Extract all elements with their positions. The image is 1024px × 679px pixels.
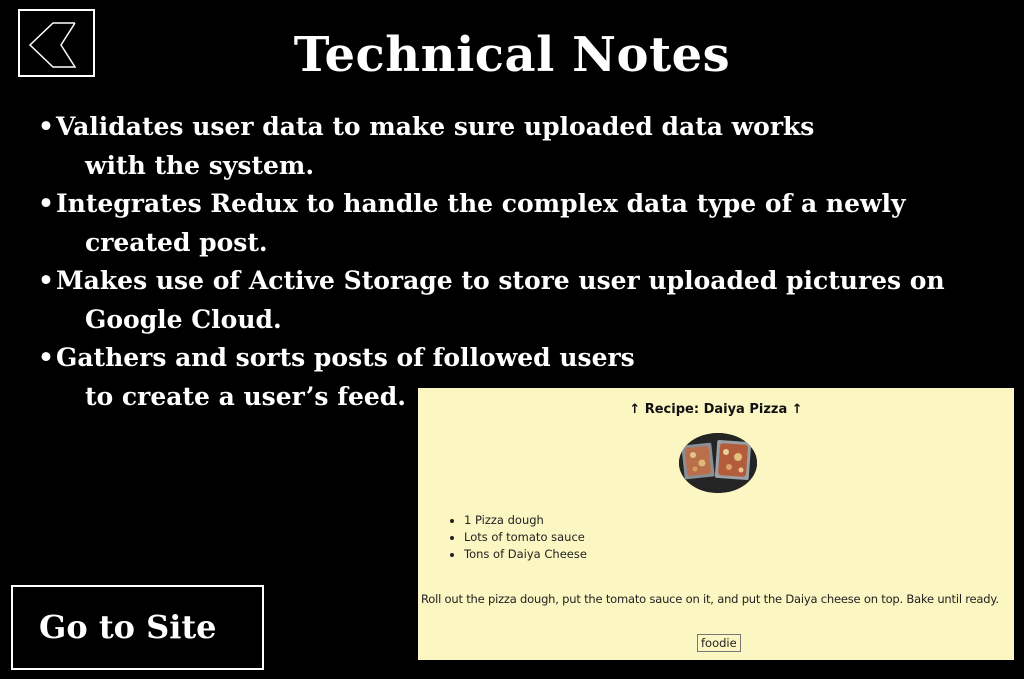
note-item: •Validates user data to make sure upload…: [38, 108, 1013, 185]
ingredient-list: 1 Pizza dough Lots of tomato sauce Tons …: [424, 512, 587, 563]
tag-button[interactable]: foodie: [697, 634, 741, 652]
note-line: Gathers and sorts posts of followed user…: [55, 343, 635, 372]
note-item: •Makes use of Active Storage to store us…: [38, 262, 1013, 339]
app-screenshot-preview: ↑ Recipe: Daiya Pizza ↑ 1 Pizza dough Lo…: [418, 388, 1014, 660]
page-title: Technical Notes: [293, 27, 731, 83]
note-line: Integrates Redux to handle the complex d…: [55, 189, 906, 218]
ingredient-item: 1 Pizza dough: [464, 512, 587, 529]
bullet: •: [38, 112, 54, 141]
bullet: •: [38, 189, 54, 218]
technical-notes-list: •Validates user data to make sure upload…: [38, 108, 1013, 416]
pizza-image: [679, 433, 757, 493]
pizza-photo: [679, 433, 757, 493]
note-item: •Integrates Redux to handle the complex …: [38, 185, 1013, 262]
note-line-continued: with the system.: [85, 150, 315, 180]
go-to-site-button[interactable]: Go to Site: [11, 585, 264, 670]
note-line: Validates user data to make sure uploade…: [55, 112, 815, 141]
recipe-title: ↑ Recipe: Daiya Pizza ↑: [629, 402, 803, 417]
note-line-continued: Google Cloud.: [85, 304, 282, 334]
ingredient-item: Lots of tomato sauce: [464, 529, 587, 546]
note-line-continued: created post.: [85, 227, 268, 257]
bullet: •: [38, 266, 54, 295]
ingredient-item: Tons of Daiya Cheese: [464, 546, 587, 563]
note-line: Makes use of Active Storage to store use…: [55, 266, 945, 295]
recipe-instructions: Roll out the pizza dough, put the tomato…: [421, 592, 999, 606]
bullet: •: [38, 343, 54, 372]
